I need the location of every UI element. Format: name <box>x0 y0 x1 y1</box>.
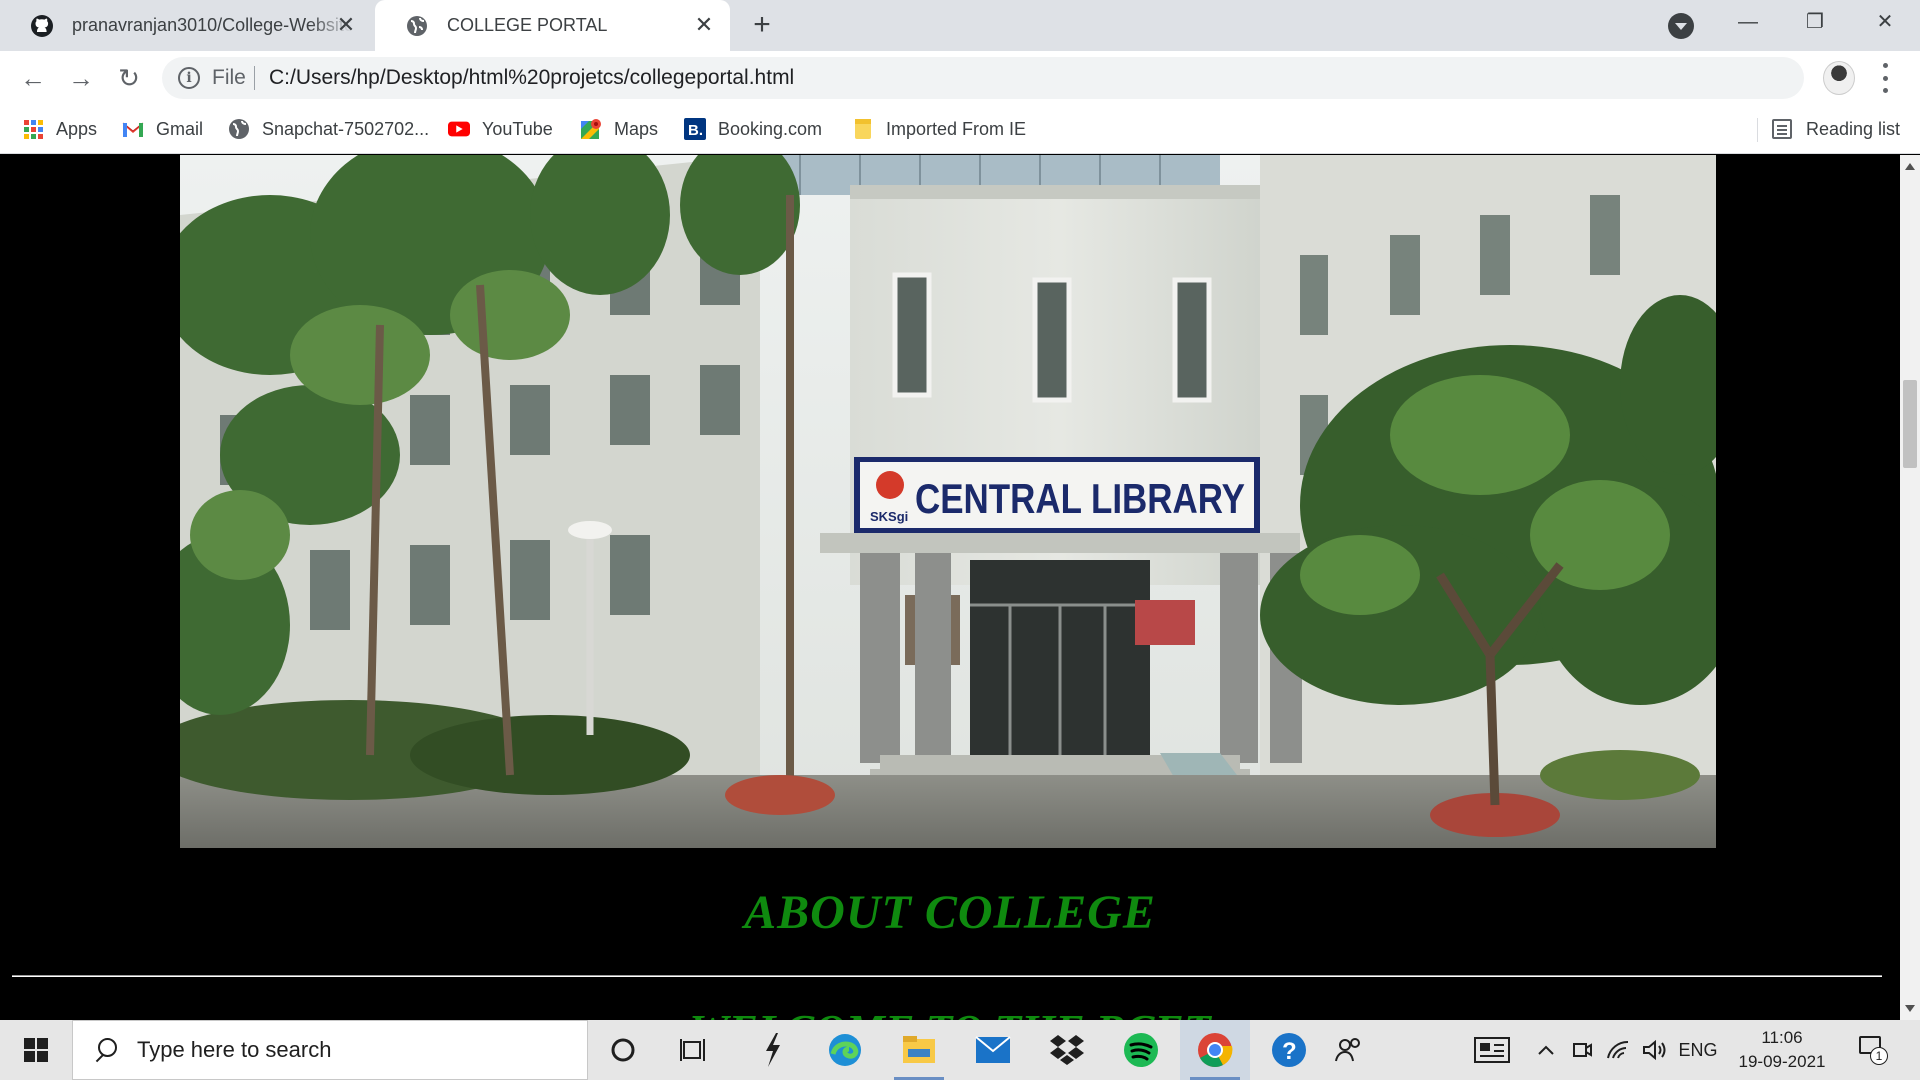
bookmark-label: Apps <box>56 118 98 139</box>
reading-list-button[interactable]: Reading list <box>1772 116 1900 142</box>
minimize-icon[interactable]: — <box>1728 6 1768 38</box>
dropbox-icon[interactable] <box>1032 1020 1102 1080</box>
section-divider <box>12 975 1882 977</box>
reading-list-label: Reading list <box>1806 118 1901 139</box>
bookmark-youtube[interactable]: YouTube <box>448 116 553 142</box>
new-tab-button[interactable]: + <box>748 10 776 40</box>
booking-icon: B. <box>684 118 706 140</box>
news-widget-icon[interactable] <box>1470 1020 1514 1080</box>
maps-icon <box>580 118 602 140</box>
welcome-heading: WELCOME TO THE BCET <box>0 1005 1900 1020</box>
github-icon <box>30 14 54 38</box>
bookmark-gmail[interactable]: Gmail <box>122 116 203 142</box>
task-view-icon[interactable] <box>658 1020 728 1080</box>
reading-list-icon <box>1772 119 1792 139</box>
bookmark-label: Snapchat-7502702... <box>262 118 430 139</box>
show-hidden-icons-chevron-icon[interactable] <box>1532 1020 1560 1080</box>
scroll-down-arrow-icon[interactable] <box>1905 1005 1915 1012</box>
page-scrollbar[interactable] <box>1900 155 1920 1020</box>
tab-github[interactable]: pranavranjan3010/College-Website ✕ <box>0 0 372 51</box>
close-tab-icon[interactable]: ✕ <box>692 13 716 37</box>
reload-icon[interactable]: ↻ <box>112 61 146 95</box>
library-sign-text: CENTRAL LIBRARY <box>915 475 1245 522</box>
file-explorer-icon[interactable] <box>884 1020 954 1080</box>
scroll-thumb[interactable] <box>1903 380 1917 468</box>
about-college-heading: ABOUT COLLEGE <box>744 886 1156 939</box>
bookmark-apps[interactable]: Apps <box>22 116 97 142</box>
svg-text:B.: B. <box>688 122 703 139</box>
bookmark-snapchat[interactable]: Snapchat-7502702... <box>228 116 429 142</box>
gmail-icon <box>122 118 144 140</box>
winamp-icon[interactable] <box>738 1020 808 1080</box>
browser-toolbar: ← → ↻ i File C:/Users/hp/Desktop/html%20… <box>0 51 1920 105</box>
bookmark-label: YouTube <box>482 118 553 139</box>
windows-logo-icon <box>24 1038 48 1062</box>
forward-icon[interactable]: → <box>64 61 98 95</box>
people-icon[interactable] <box>1314 1020 1384 1080</box>
bookmark-label: Maps <box>614 118 659 139</box>
bookmark-label: Imported From IE <box>886 118 1027 139</box>
tab-search-icon[interactable] <box>1668 13 1694 39</box>
address-bar[interactable]: i File C:/Users/hp/Desktop/html%20projet… <box>162 57 1804 99</box>
central-library-photo: SKSgi CENTRAL LIBRARY <box>180 155 1716 848</box>
start-button[interactable] <box>0 1020 72 1080</box>
bookmark-label: Booking.com <box>718 118 823 139</box>
profile-avatar[interactable] <box>1823 61 1855 95</box>
tab-strip: pranavranjan3010/College-Website ✕ COLLE… <box>0 0 1920 51</box>
clock-date: 19-09-2021 <box>1738 1052 1826 1071</box>
taskbar-search[interactable]: Type here to search <box>72 1020 588 1080</box>
close-tab-icon[interactable]: ✕ <box>334 13 358 37</box>
window-close-icon[interactable]: ✕ <box>1865 6 1905 38</box>
tab-title: COLLEGE PORTAL <box>447 15 608 35</box>
notification-count: 1 <box>1870 1047 1888 1065</box>
chrome-menu-icon[interactable] <box>1878 63 1892 93</box>
url-text[interactable]: C:/Users/hp/Desktop/html%20projetcs/coll… <box>269 66 794 90</box>
language-indicator[interactable]: ENG <box>1676 1020 1720 1080</box>
youtube-icon <box>448 118 470 140</box>
tab-title: pranavranjan3010/College-Website <box>72 15 352 35</box>
chrome-icon[interactable] <box>1180 1020 1250 1080</box>
search-placeholder: Type here to search <box>137 1037 332 1062</box>
system-clock[interactable]: 11:06 19-09-2021 <box>1716 1026 1848 1074</box>
page-viewport: SKSgi CENTRAL LIBRARY ABOUT COLLEGE <box>0 155 1900 1020</box>
apps-grid-icon <box>22 118 44 140</box>
bookmark-maps[interactable]: Maps <box>580 116 658 142</box>
volume-icon[interactable] <box>1640 1020 1670 1080</box>
bookmarks-bar: Apps Gmail Snapchat-7502702... YouTube M… <box>0 105 1920 154</box>
globe-icon <box>228 118 250 140</box>
restore-icon[interactable]: ❐ <box>1795 6 1835 38</box>
spotify-icon[interactable] <box>1106 1020 1176 1080</box>
folder-icon <box>852 118 874 140</box>
bookmark-imported-folder[interactable]: Imported From IE <box>852 116 1026 142</box>
wifi-icon[interactable] <box>1604 1020 1632 1080</box>
back-icon[interactable]: ← <box>16 61 50 95</box>
bookmarks-divider <box>1757 118 1758 142</box>
mail-icon[interactable] <box>958 1020 1028 1080</box>
address-divider <box>254 66 255 90</box>
windows-taskbar: Type here to search ? ENG 11:06 19-09-20… <box>0 1020 1920 1080</box>
edge-icon[interactable] <box>810 1020 880 1080</box>
svg-text:?: ? <box>1282 1038 1297 1065</box>
tab-college-portal[interactable]: COLLEGE PORTAL ✕ <box>375 0 730 51</box>
file-scheme-label: File <box>212 66 246 89</box>
clock-time: 11:06 <box>1761 1028 1803 1047</box>
search-icon <box>93 1037 119 1063</box>
action-center-icon[interactable]: 1 <box>1855 1032 1889 1066</box>
bookmark-booking[interactable]: B. Booking.com <box>684 116 822 142</box>
meet-now-icon[interactable] <box>1568 1020 1596 1080</box>
globe-icon <box>405 14 429 38</box>
library-emblem-text: SKSgi <box>870 509 908 524</box>
cortana-icon[interactable] <box>588 1020 658 1080</box>
scroll-up-arrow-icon[interactable] <box>1905 163 1915 170</box>
bookmark-label: Gmail <box>156 118 204 139</box>
info-icon[interactable]: i <box>178 67 200 89</box>
